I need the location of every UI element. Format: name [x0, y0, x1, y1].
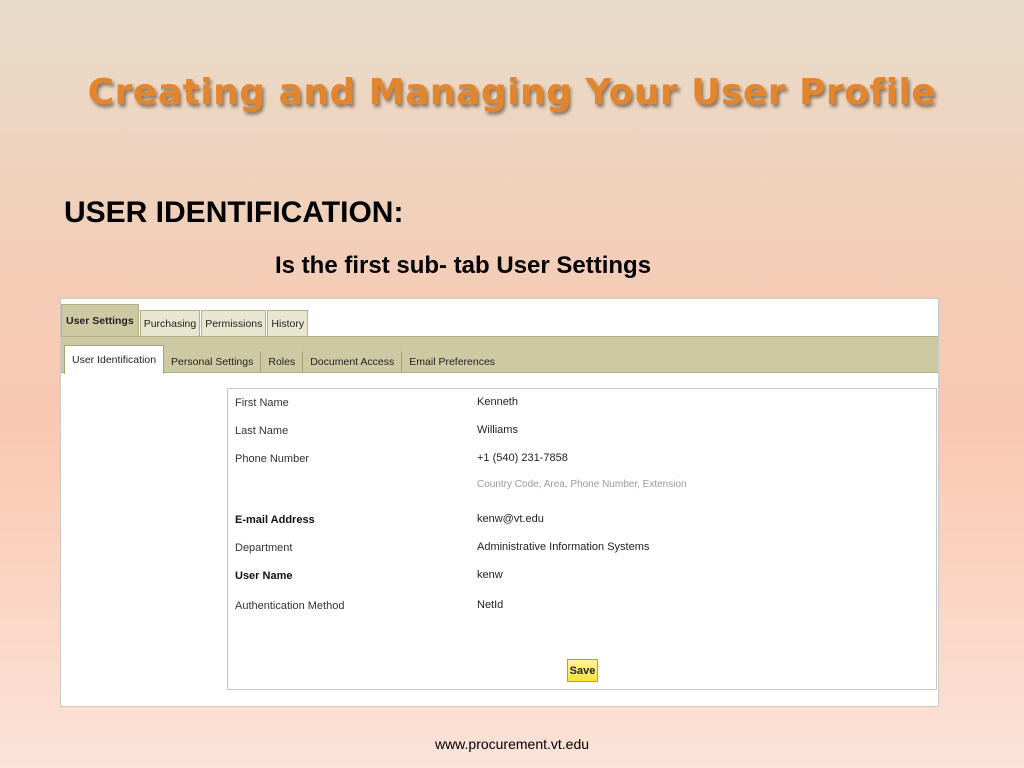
subtab-user-identification[interactable]: User Identification — [64, 345, 165, 374]
phone-label: Phone Number — [235, 453, 309, 465]
slide-title: Creating and Managing Your User Profile — [87, 72, 937, 113]
subtab-email-preferences[interactable]: Email Preferences — [402, 351, 502, 373]
phone-hint: Country Code, Area, Phone Number, Extens… — [477, 479, 687, 490]
tab-permissions[interactable]: Permissions — [201, 310, 267, 336]
username-label: User Name — [235, 570, 293, 582]
sub-tab-bar: User Identification Personal Settings Ro… — [61, 336, 938, 374]
last-name-value: Williams — [477, 424, 518, 436]
subtab-personal-settings[interactable]: Personal Settings — [164, 351, 262, 373]
user-profile-screenshot: User Settings Purchasing Permissions His… — [60, 298, 939, 707]
username-value: kenw — [477, 569, 503, 581]
save-button[interactable]: Save — [567, 659, 598, 682]
auth-method-label: Authentication Method — [235, 600, 345, 612]
subtab-document-access[interactable]: Document Access — [303, 351, 403, 373]
main-tab-bar: User Settings Purchasing Permissions His… — [61, 304, 309, 336]
department-value: Administrative Information Systems — [477, 541, 650, 553]
section-subheading: Is the first sub- tab User Settings — [275, 252, 652, 279]
user-identification-form: First Name Kenneth Last Name Williams Ph… — [227, 388, 937, 690]
last-name-label: Last Name — [235, 425, 289, 437]
email-label: E-mail Address — [235, 514, 315, 526]
section-heading: USER IDENTIFICATION: — [64, 196, 404, 229]
tab-purchasing[interactable]: Purchasing — [139, 310, 201, 336]
tab-history[interactable]: History — [267, 310, 309, 336]
first-name-label: First Name — [235, 397, 289, 409]
email-value: kenw@vt.edu — [477, 513, 544, 525]
subtab-roles[interactable]: Roles — [261, 351, 304, 373]
phone-value: +1 (540) 231-7858 — [477, 452, 568, 464]
first-name-value: Kenneth — [477, 396, 518, 408]
footer-url: www.procurement.vt.edu — [434, 736, 590, 752]
department-label: Department — [235, 542, 293, 554]
auth-method-value: NetId — [477, 599, 504, 611]
tab-user-settings[interactable]: User Settings — [61, 304, 139, 336]
